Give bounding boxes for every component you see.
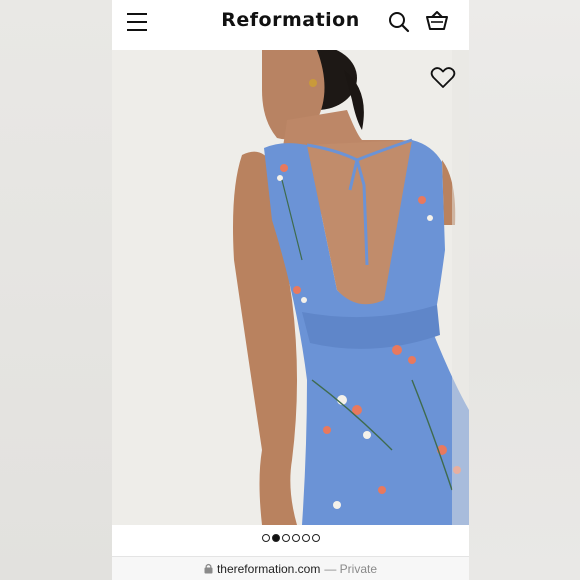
product-image[interactable] [112,50,469,525]
carousel-dot[interactable] [261,534,270,542]
brand-logo[interactable]: Reformation [112,9,469,31]
phone-screen: Reformation thereformation.com — Private [112,0,469,580]
search-icon[interactable] [388,11,410,33]
carousel-dot[interactable] [301,534,310,542]
carousel-dot[interactable] [271,534,280,542]
carousel-indicators [112,526,469,550]
address-bar[interactable]: thereformation.com — Private [112,556,469,580]
heart-outline-icon[interactable] [430,66,456,90]
earring [309,79,317,87]
privacy-label: — Private [324,561,378,576]
carousel-dot[interactable] [311,534,320,542]
background-left [0,0,112,580]
address-domain: thereformation.com [216,561,321,576]
shopping-basket-icon[interactable] [425,10,449,32]
product-photo [112,50,469,525]
site-header: Reformation [112,0,469,50]
carousel-dot[interactable] [281,534,290,542]
lock-icon [204,563,213,574]
carousel-dot[interactable] [291,534,300,542]
background-right [468,0,580,580]
